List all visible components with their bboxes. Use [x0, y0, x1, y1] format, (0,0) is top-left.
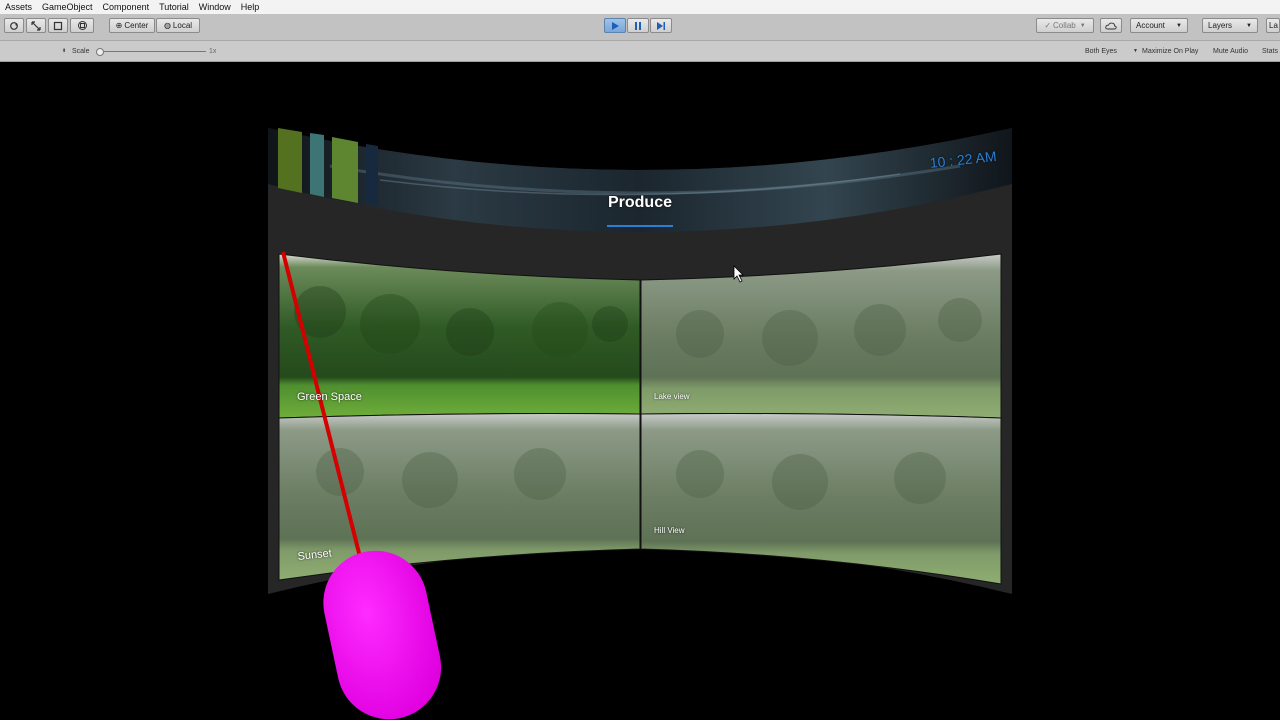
pause-icon — [635, 21, 641, 30]
play-button[interactable] — [604, 18, 626, 33]
rect-tool-icon — [53, 21, 63, 30]
menu-component[interactable]: Component — [98, 0, 155, 14]
menu-gameobject[interactable]: GameObject — [37, 0, 98, 14]
rect-tool-button[interactable] — [48, 18, 68, 33]
tile-label-green-space: Green Space — [297, 391, 362, 403]
menu-window[interactable]: Window — [194, 0, 236, 14]
menu-assets[interactable]: Assets — [0, 0, 37, 14]
layers-dropdown[interactable]: Layers ▼ — [1202, 18, 1258, 33]
pause-button[interactable] — [627, 18, 649, 33]
step-icon — [657, 21, 665, 30]
game-view: 10 : 22 AM Produce Green Space Lake view… — [0, 62, 1280, 720]
transform-tool-button[interactable] — [70, 18, 94, 33]
chevron-down-icon: ▼ — [1079, 22, 1086, 29]
stats-toggle[interactable]: Stats — [1262, 47, 1278, 56]
cloud-button[interactable] — [1100, 18, 1122, 33]
rotate-icon — [10, 21, 18, 30]
deco-stripe — [278, 128, 302, 193]
deco-stripe — [332, 137, 358, 203]
chevron-down-icon: ▼ — [1176, 22, 1182, 29]
collab-label: Collab — [1053, 21, 1076, 30]
layout-dropdown[interactable]: La — [1266, 18, 1280, 33]
menu-bar: Assets GameObject Component Tutorial Win… — [0, 0, 1280, 14]
transform-icon — [77, 21, 87, 30]
scale-label: Scale — [72, 48, 90, 55]
pivot-center-button[interactable]: ⊕ Center — [109, 18, 155, 33]
both-eyes-dropdown[interactable]: Both Eyes — [1085, 47, 1117, 56]
scale-value: 1x — [209, 48, 217, 55]
scale-slider[interactable] — [96, 48, 206, 56]
drag-handle-icon: ⬍ — [62, 48, 67, 54]
tile-label-lake-view: Lake view — [654, 392, 690, 401]
step-button[interactable] — [650, 18, 672, 33]
pivot-local-label: Local — [172, 21, 193, 30]
maximize-on-play-toggle[interactable]: Maximize On Play — [1142, 47, 1198, 56]
play-icon — [612, 21, 619, 30]
cloud-icon — [1105, 22, 1117, 29]
deco-stripe — [310, 133, 324, 197]
chevron-down-icon: ▼ — [1133, 48, 1138, 54]
scale-tool-button[interactable] — [26, 18, 46, 33]
menu-help[interactable]: Help — [236, 0, 265, 14]
mute-audio-toggle[interactable]: Mute Audio — [1213, 47, 1248, 56]
pivot-local-button[interactable]: ◍ Local — [156, 18, 200, 33]
account-label: Account — [1136, 21, 1165, 30]
tile-sunset[interactable] — [278, 413, 641, 581]
vr-scene — [268, 128, 1012, 720]
global-icon: ◍ — [163, 21, 171, 30]
layout-label: La — [1269, 21, 1278, 30]
check-icon: ✓ — [1044, 21, 1052, 30]
pivot-icon: ⊕ — [115, 21, 123, 30]
menu-tutorial[interactable]: Tutorial — [154, 0, 194, 14]
account-dropdown[interactable]: Account ▼ — [1130, 18, 1188, 33]
deco-stripe — [366, 144, 378, 205]
main-toolbar: ⊕ Center ◍ Local ✓ Collab ▼ Account ▼ Layers ▼… — [0, 14, 1280, 41]
tile-label-hill-view: Hill View — [654, 526, 685, 535]
layers-label: Layers — [1208, 21, 1233, 30]
title-underline — [607, 225, 673, 227]
pivot-center-label: Center — [124, 21, 149, 30]
scale-icon — [31, 20, 41, 31]
page-title: Produce — [607, 194, 672, 211]
chevron-down-icon: ▼ — [1246, 22, 1252, 29]
game-view-bar: ⬍ Scale 1x Both Eyes ▼ Maximize On Play … — [0, 41, 1280, 62]
collab-dropdown[interactable]: ✓ Collab ▼ — [1036, 18, 1094, 33]
rotate-tool-button[interactable] — [4, 18, 24, 33]
scale-slider-thumb[interactable] — [96, 48, 104, 56]
